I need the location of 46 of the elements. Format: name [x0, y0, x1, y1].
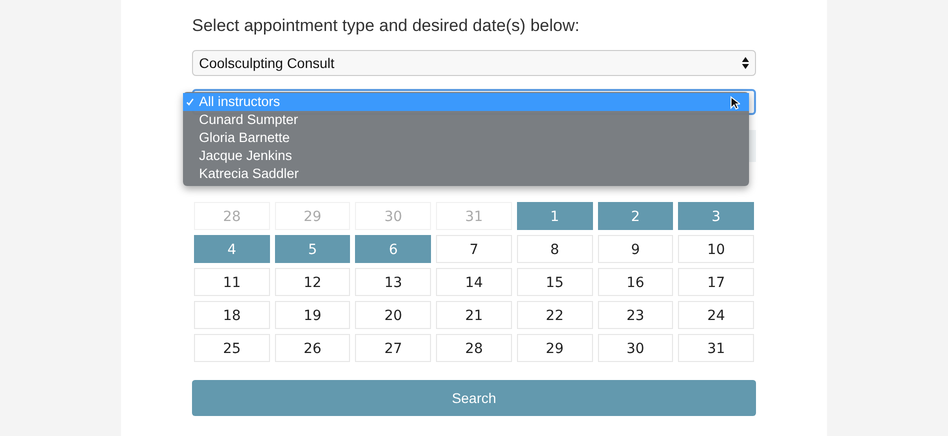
- form-heading: Select appointment type and desired date(s) below:: [192, 16, 580, 36]
- calendar-day: 28: [194, 202, 270, 230]
- calendar-day: 26: [274, 334, 350, 362]
- calendar-day[interactable]: 6: [355, 235, 432, 263]
- calendar-day: 29: [274, 202, 350, 230]
- dropdown-option[interactable]: Katrecia Saddler: [183, 165, 749, 183]
- calendar-day: 11: [194, 268, 270, 296]
- calendar-day: 16: [598, 268, 674, 296]
- checkmark-icon: [186, 98, 194, 106]
- calendar-day: 18: [194, 301, 270, 329]
- calendar-day: 10: [678, 235, 754, 263]
- calendar-day: 27: [355, 334, 432, 362]
- dropdown-option[interactable]: Jacque Jenkins: [183, 147, 749, 165]
- dropdown-option[interactable]: Cunard Sumpter: [183, 111, 749, 129]
- calendar-day: 30: [355, 202, 432, 230]
- calendar-day: 7: [436, 235, 512, 263]
- calendar-day: 14: [436, 268, 512, 296]
- calendar-day: 8: [516, 235, 593, 263]
- calendar-day: 24: [678, 301, 754, 329]
- sort-arrows-icon: [742, 57, 749, 69]
- calendar-day: 13: [355, 268, 432, 296]
- calendar-day[interactable]: 1: [516, 202, 593, 230]
- calendar-day: 29: [516, 334, 593, 362]
- calendar-day[interactable]: 3: [678, 202, 754, 230]
- calendar-day: 31: [436, 202, 512, 230]
- appointment-type-select[interactable]: Coolsculpting Consult: [192, 50, 756, 76]
- calendar-day: 20: [355, 301, 432, 329]
- calendar-day: 12: [274, 268, 350, 296]
- dropdown-option[interactable]: All instructors: [183, 93, 749, 111]
- calendar-day: 21: [436, 301, 512, 329]
- dropdown-option[interactable]: Gloria Barnette: [183, 129, 749, 147]
- calendar-day: 28: [436, 334, 512, 362]
- calendar-day: 15: [516, 268, 593, 296]
- calendar-day: 23: [598, 301, 674, 329]
- calendar-day[interactable]: 5: [274, 235, 350, 263]
- search-button[interactable]: Search: [192, 380, 756, 416]
- calendar-day: 17: [678, 268, 754, 296]
- calendar-day: 25: [194, 334, 270, 362]
- calendar-day[interactable]: 4: [194, 235, 270, 263]
- calendar-day: 9: [598, 235, 674, 263]
- calendar-day[interactable]: 2: [598, 202, 674, 230]
- calendar-day: 31: [678, 334, 754, 362]
- calendar-day: 22: [516, 301, 593, 329]
- calendar-day: 30: [598, 334, 674, 362]
- cursor-icon: [730, 96, 740, 110]
- calendar-day: 19: [274, 301, 350, 329]
